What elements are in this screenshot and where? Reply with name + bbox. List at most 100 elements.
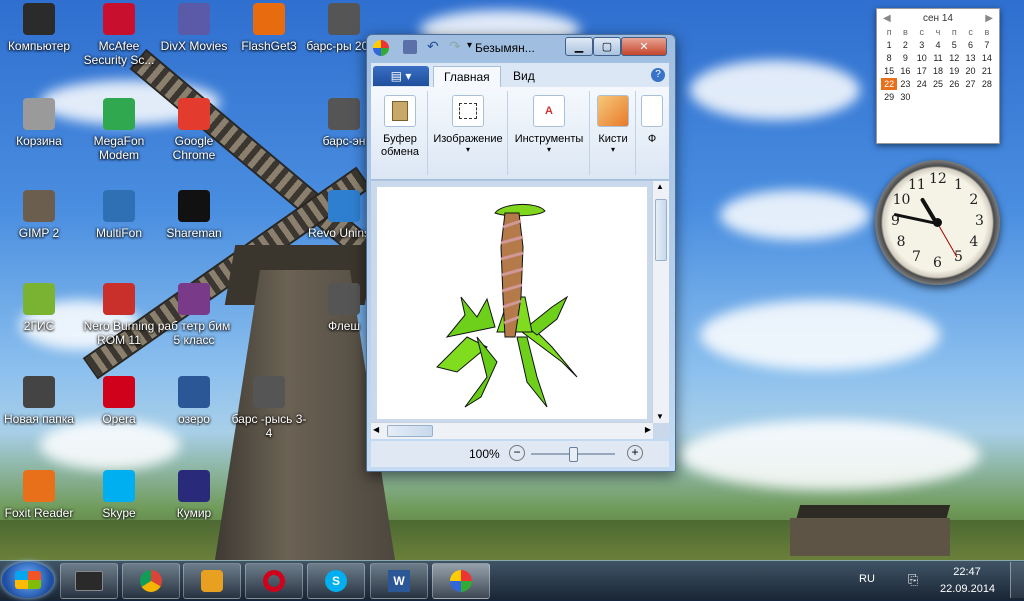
- desktop-icon[interactable]: MultiFon: [80, 190, 158, 240]
- desktop-icon[interactable]: MegaFon Modem: [80, 98, 158, 162]
- desktop-icon[interactable]: озеро: [155, 376, 233, 426]
- paint-menu-button[interactable]: ▤ ▾: [373, 66, 429, 86]
- desktop-icon[interactable]: Shareman: [155, 190, 233, 240]
- calendar-day[interactable]: 16: [897, 65, 913, 77]
- calendar-day[interactable]: 5: [946, 39, 962, 51]
- start-button[interactable]: [2, 562, 54, 598]
- calendar-day[interactable]: 2: [897, 39, 913, 51]
- calendar-day[interactable]: 21: [979, 65, 995, 77]
- tab-home[interactable]: Главная: [433, 66, 501, 88]
- desktop-icon[interactable]: Кумир: [155, 470, 233, 520]
- zoom-slider[interactable]: [531, 447, 615, 462]
- desktop-icon[interactable]: раб тетр бим 5 класс: [155, 283, 233, 347]
- scroll-up-icon[interactable]: ▲: [656, 182, 664, 191]
- desktop-icon[interactable]: Новая папка: [0, 376, 78, 426]
- help-icon[interactable]: ?: [651, 68, 665, 82]
- calendar-day[interactable]: 27: [962, 78, 978, 90]
- image-group[interactable]: Изображение ▾: [429, 91, 508, 175]
- taskbar-button[interactable]: [245, 563, 303, 599]
- scroll-right-icon[interactable]: ▶: [645, 425, 651, 434]
- show-desktop-button[interactable]: [1010, 562, 1024, 598]
- paint-app-icon[interactable]: [373, 40, 389, 56]
- taskbar-button[interactable]: [183, 563, 241, 599]
- redo-icon[interactable]: ↷: [449, 38, 461, 55]
- taskbar-button[interactable]: [60, 563, 118, 599]
- calendar-day[interactable]: 17: [914, 65, 930, 77]
- calendar-day[interactable]: 15: [881, 65, 897, 77]
- save-icon[interactable]: [403, 40, 417, 54]
- calendar-day[interactable]: 29: [881, 91, 897, 103]
- clipboard-group[interactable]: Буфер обмена: [373, 91, 428, 175]
- horizontal-scroll-thumb[interactable]: [387, 425, 433, 437]
- quick-access-dropdown-icon[interactable]: ▾: [467, 40, 472, 51]
- close-button[interactable]: ✕: [621, 37, 667, 56]
- calendar-day[interactable]: 23: [897, 78, 913, 90]
- taskbar-button[interactable]: [432, 563, 490, 599]
- calendar-day[interactable]: 6: [962, 39, 978, 51]
- brushes-group[interactable]: Кисти ▾: [591, 91, 636, 175]
- vertical-scroll-thumb[interactable]: [655, 199, 667, 261]
- calendar-day[interactable]: 28: [979, 78, 995, 90]
- undo-icon[interactable]: ↶: [427, 38, 439, 55]
- desktop-icon[interactable]: FlashGet3: [230, 3, 308, 53]
- paint-window[interactable]: ↶ ↷ ▾ Безымян... ▁ ▢ ✕ ▤ ▾ Главная Вид ?…: [366, 34, 676, 472]
- desktop-icon[interactable]: Nero Burning ROM 11: [80, 283, 158, 347]
- scroll-left-icon[interactable]: ◀: [373, 425, 379, 434]
- desktop-icon[interactable]: Компьютер: [0, 3, 78, 53]
- calendar-day[interactable]: 20: [962, 65, 978, 77]
- calendar-day[interactable]: 8: [881, 52, 897, 64]
- calendar-day[interactable]: 26: [946, 78, 962, 90]
- calendar-day[interactable]: 1: [881, 39, 897, 51]
- tab-view[interactable]: Вид: [503, 66, 545, 87]
- taskbar-button[interactable]: S: [307, 563, 365, 599]
- tools-group[interactable]: A Инструменты ▾: [509, 91, 590, 175]
- desktop-icon[interactable]: барс -рысь 3-4: [230, 376, 308, 440]
- vertical-scrollbar[interactable]: ▲ ▼: [652, 181, 669, 423]
- minimize-button[interactable]: ▁: [565, 37, 593, 56]
- calendar-day[interactable]: 19: [946, 65, 962, 77]
- calendar-day[interactable]: 9: [897, 52, 913, 64]
- clock-gadget[interactable]: 12 1 2 3 4 5 6 7 8 9 10 11: [875, 160, 1000, 285]
- desktop-icon[interactable]: McAfee Security Sc...: [80, 3, 158, 67]
- calendar-day[interactable]: 18: [930, 65, 946, 77]
- prev-month-icon[interactable]: ◀: [883, 13, 891, 24]
- shapes-group[interactable]: Ф: [637, 91, 667, 175]
- calendar-day[interactable]: 22: [881, 78, 898, 90]
- zoom-slider-thumb[interactable]: [569, 447, 578, 462]
- calendar-day[interactable]: 3: [914, 39, 930, 51]
- calendar-day[interactable]: 13: [962, 52, 978, 64]
- calendar-day[interactable]: 25: [930, 78, 946, 90]
- desktop-icon[interactable]: Google Chrome: [155, 98, 233, 162]
- tray-date[interactable]: 22.09.2014: [940, 583, 995, 595]
- calendar-day[interactable]: 4: [930, 39, 946, 51]
- calendar-day[interactable]: 10: [914, 52, 930, 64]
- horizontal-scrollbar[interactable]: ◀ ▶: [371, 422, 653, 439]
- desktop-icon[interactable]: Корзина: [0, 98, 78, 148]
- maximize-button[interactable]: ▢: [593, 37, 621, 56]
- drawing-canvas[interactable]: [377, 187, 647, 419]
- taskbar-button[interactable]: W: [370, 563, 428, 599]
- calendar-day[interactable]: 12: [946, 52, 962, 64]
- calendar-day[interactable]: 7: [979, 39, 995, 51]
- desktop-icon[interactable]: Opera: [80, 376, 158, 426]
- device-icon[interactable]: ⎘: [908, 572, 918, 588]
- calendar-day[interactable]: 11: [930, 52, 946, 64]
- title-bar[interactable]: ↶ ↷ ▾ Безымян... ▁ ▢ ✕: [367, 35, 675, 61]
- tray-time[interactable]: 22:47: [942, 566, 992, 578]
- scroll-down-icon[interactable]: ▼: [656, 412, 664, 421]
- desktop-icon[interactable]: GIMP 2: [0, 190, 78, 240]
- desktop-icon[interactable]: Skype: [80, 470, 158, 520]
- calendar-gadget[interactable]: ◀ сен 14 ▶ п в с ч п с в 1 2 3 4 5 6 7 8 9 10 11 12 13 14 15 1…: [876, 8, 1000, 144]
- calendar-day[interactable]: 14: [979, 52, 995, 64]
- zoom-in-icon[interactable]: +: [627, 445, 643, 461]
- next-month-icon[interactable]: ▶: [985, 13, 993, 24]
- calendar-day[interactable]: 30: [897, 91, 913, 103]
- zoom-out-icon[interactable]: −: [509, 445, 525, 461]
- taskbar-button[interactable]: [122, 563, 180, 599]
- language-indicator[interactable]: RU: [859, 573, 875, 585]
- desktop-icon[interactable]: Foxit Reader: [0, 470, 78, 520]
- calendar-day[interactable]: 24: [914, 78, 930, 90]
- desktop-icon[interactable]: DivX Movies: [155, 3, 233, 53]
- brushes-dropdown-icon: ▾: [610, 145, 615, 154]
- desktop-icon[interactable]: 2ГИС: [0, 283, 78, 333]
